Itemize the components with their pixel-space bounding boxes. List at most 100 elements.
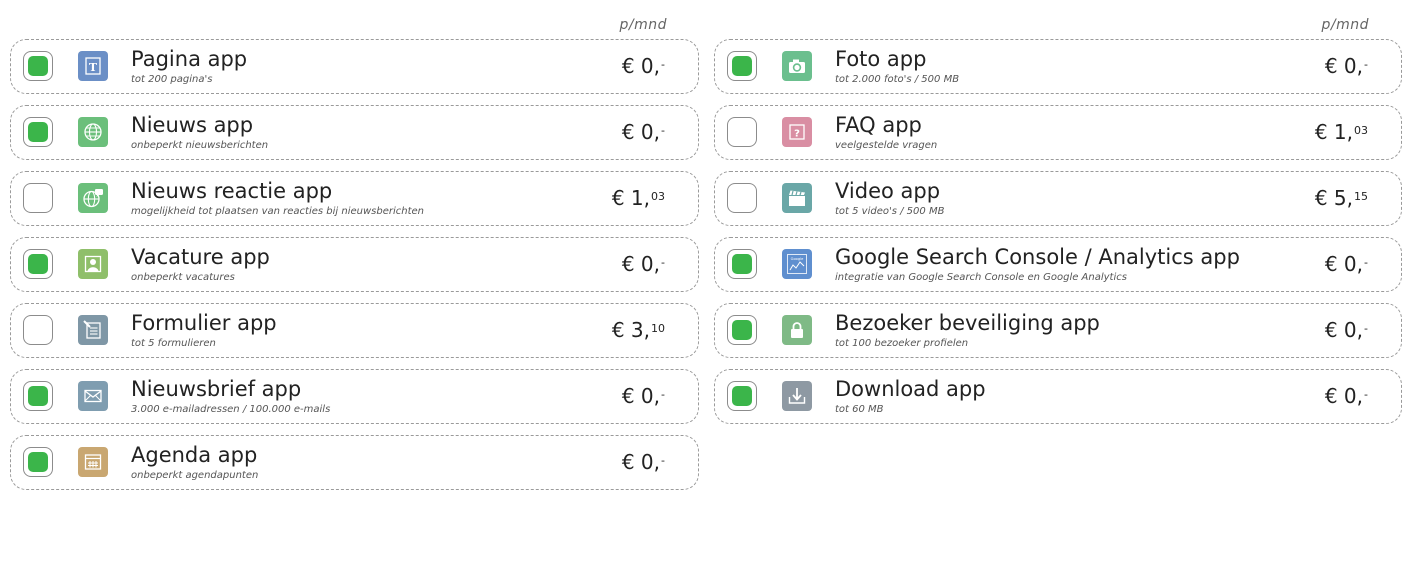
app-price: € 3,10 bbox=[612, 317, 665, 343]
app-checkbox[interactable] bbox=[727, 117, 757, 147]
app-row-formulier-app[interactable]: Formulier app tot 5 formulieren € 3,10 bbox=[10, 303, 699, 358]
download-icon bbox=[782, 381, 812, 411]
app-title: Nieuws app bbox=[131, 113, 254, 137]
app-price: € 0,- bbox=[1325, 317, 1368, 343]
app-price: € 0,- bbox=[622, 251, 665, 277]
google-chart-icon: Google bbox=[782, 249, 812, 279]
app-checkbox[interactable] bbox=[23, 447, 53, 477]
app-checkbox[interactable] bbox=[727, 51, 757, 81]
price-main: € 0, bbox=[621, 54, 661, 78]
price-main: € 0, bbox=[621, 120, 661, 144]
app-row-nieuws-app[interactable]: Nieuws app onbeperkt nieuwsberichten € 0,- bbox=[10, 105, 699, 160]
app-row-pagina-app[interactable]: T Pagina app tot 200 pagina's € 0,- bbox=[10, 39, 699, 94]
price-main: € 0, bbox=[1324, 384, 1364, 408]
app-checkbox[interactable] bbox=[23, 183, 53, 213]
app-checkbox[interactable] bbox=[727, 183, 757, 213]
app-title: Bezoeker beveiliging app bbox=[835, 311, 1100, 335]
svg-text:T: T bbox=[89, 61, 98, 74]
app-row-vacature-app[interactable]: Vacature app onbeperkt vacatures € 0,- bbox=[10, 237, 699, 292]
app-row-nieuwsbrief-app[interactable]: Nieuwsbrief app 3.000 e-mailadressen / 10… bbox=[10, 369, 699, 424]
checkbox-checked-indicator bbox=[732, 254, 752, 274]
app-checkbox[interactable] bbox=[727, 381, 757, 411]
app-checkbox[interactable] bbox=[23, 315, 53, 345]
app-subtitle: tot 200 pagina's bbox=[131, 74, 213, 85]
price-main: € 5, bbox=[1314, 186, 1353, 210]
person-icon bbox=[78, 249, 108, 279]
app-title: Pagina app bbox=[131, 47, 248, 71]
price-cents: - bbox=[1364, 388, 1368, 401]
app-row-faq-app[interactable]: ? FAQ app veelgestelde vragen € 1,03 bbox=[714, 105, 1402, 160]
app-checkbox[interactable] bbox=[23, 249, 53, 279]
app-row-nieuws-reactie-app[interactable]: Nieuws reactie app mogelijkheid tot plaat… bbox=[10, 171, 699, 226]
period-label-left: p/mnd bbox=[619, 17, 667, 33]
app-title: Formulier app bbox=[131, 311, 277, 335]
price-main: € 0, bbox=[1324, 318, 1364, 342]
app-title: Download app bbox=[835, 377, 986, 401]
lock-icon bbox=[782, 315, 812, 345]
app-row-download-app[interactable]: Download app tot 60 MB € 0,- bbox=[714, 369, 1402, 424]
app-checkbox[interactable] bbox=[23, 117, 53, 147]
price-cents: - bbox=[661, 454, 665, 467]
app-row-agenda-app[interactable]: Agenda app onbeperkt agendapunten € 0,- bbox=[10, 435, 699, 490]
app-row-foto-app[interactable]: Foto app tot 2.000 foto's / 500 MB € 0,- bbox=[714, 39, 1402, 94]
app-row-bezoeker-beveiliging-app[interactable]: Bezoeker beveiliging app tot 100 bezoeker… bbox=[714, 303, 1402, 358]
checkbox-checked-indicator bbox=[732, 56, 752, 76]
app-price: € 0,- bbox=[1325, 383, 1368, 409]
question-icon: ? bbox=[782, 117, 812, 147]
app-price: € 0,- bbox=[622, 53, 665, 79]
app-price: € 0,- bbox=[1325, 53, 1368, 79]
checkbox-checked-indicator bbox=[28, 56, 48, 76]
envelope-icon bbox=[78, 381, 108, 411]
checkbox-checked-indicator bbox=[28, 386, 48, 406]
price-main: € 0, bbox=[621, 450, 661, 474]
app-subtitle: mogelijkheid tot plaatsen van reacties b… bbox=[131, 206, 425, 217]
price-cents: - bbox=[661, 124, 665, 137]
app-title: Agenda app bbox=[131, 443, 258, 467]
app-row-video-app[interactable]: Video app tot 5 video's / 500 MB € 5,15 bbox=[714, 171, 1402, 226]
price-main: € 3, bbox=[611, 318, 650, 342]
app-price: € 0,- bbox=[622, 119, 665, 145]
camera-icon bbox=[782, 51, 812, 81]
price-main: € 1, bbox=[1314, 120, 1353, 144]
app-row-google-search-console-analytics-app[interactable]: Google Google Search Console / Analytics … bbox=[714, 237, 1402, 292]
app-subtitle: tot 60 MB bbox=[835, 404, 884, 415]
app-subtitle: integratie van Google Search Console en … bbox=[835, 272, 1127, 283]
price-cents: - bbox=[661, 256, 665, 269]
checkbox-checked-indicator bbox=[28, 452, 48, 472]
right-app-list: Foto app tot 2.000 foto's / 500 MB € 0,-? F… bbox=[714, 39, 1402, 424]
app-subtitle: tot 5 formulieren bbox=[131, 338, 216, 349]
price-cents: 15 bbox=[1354, 190, 1368, 203]
app-price: € 0,- bbox=[622, 383, 665, 409]
price-cents: 10 bbox=[651, 322, 665, 335]
price-main: € 0, bbox=[621, 384, 661, 408]
app-subtitle: onbeperkt nieuwsberichten bbox=[131, 140, 269, 151]
price-cents: - bbox=[661, 58, 665, 71]
app-checkbox[interactable] bbox=[727, 315, 757, 345]
app-subtitle: onbeperkt agendapunten bbox=[131, 470, 259, 481]
app-checkbox[interactable] bbox=[23, 51, 53, 81]
calendar-icon bbox=[78, 447, 108, 477]
price-main: € 0, bbox=[1324, 252, 1364, 276]
app-title: Nieuwsbrief app bbox=[131, 377, 302, 401]
price-cents: - bbox=[661, 388, 665, 401]
app-checkbox[interactable] bbox=[23, 381, 53, 411]
globe-icon bbox=[78, 117, 108, 147]
app-price: € 1,03 bbox=[1315, 119, 1368, 145]
right-app-column: p/mnd Foto app tot 2.000 foto's / 500 MB €… bbox=[714, 14, 1402, 435]
price-cents: - bbox=[1364, 322, 1368, 335]
price-main: € 0, bbox=[1324, 54, 1364, 78]
price-cents: - bbox=[1364, 58, 1368, 71]
app-title: Vacature app bbox=[131, 245, 270, 269]
app-subtitle: tot 5 video's / 500 MB bbox=[835, 206, 945, 217]
page-icon: T bbox=[78, 51, 108, 81]
app-title: Nieuws reactie app bbox=[131, 179, 333, 203]
left-app-column: p/mnd T Pagina app tot 200 pagina's € 0,- Ni… bbox=[10, 14, 700, 501]
price-main: € 1, bbox=[611, 186, 650, 210]
app-checkbox[interactable] bbox=[727, 249, 757, 279]
price-cents: - bbox=[1364, 256, 1368, 269]
app-title: FAQ app bbox=[835, 113, 922, 137]
globe-comment-icon bbox=[78, 183, 108, 213]
app-subtitle: tot 100 bezoeker profielen bbox=[835, 338, 969, 349]
google-logo-text: Google bbox=[791, 257, 804, 261]
checkbox-checked-indicator bbox=[732, 386, 752, 406]
